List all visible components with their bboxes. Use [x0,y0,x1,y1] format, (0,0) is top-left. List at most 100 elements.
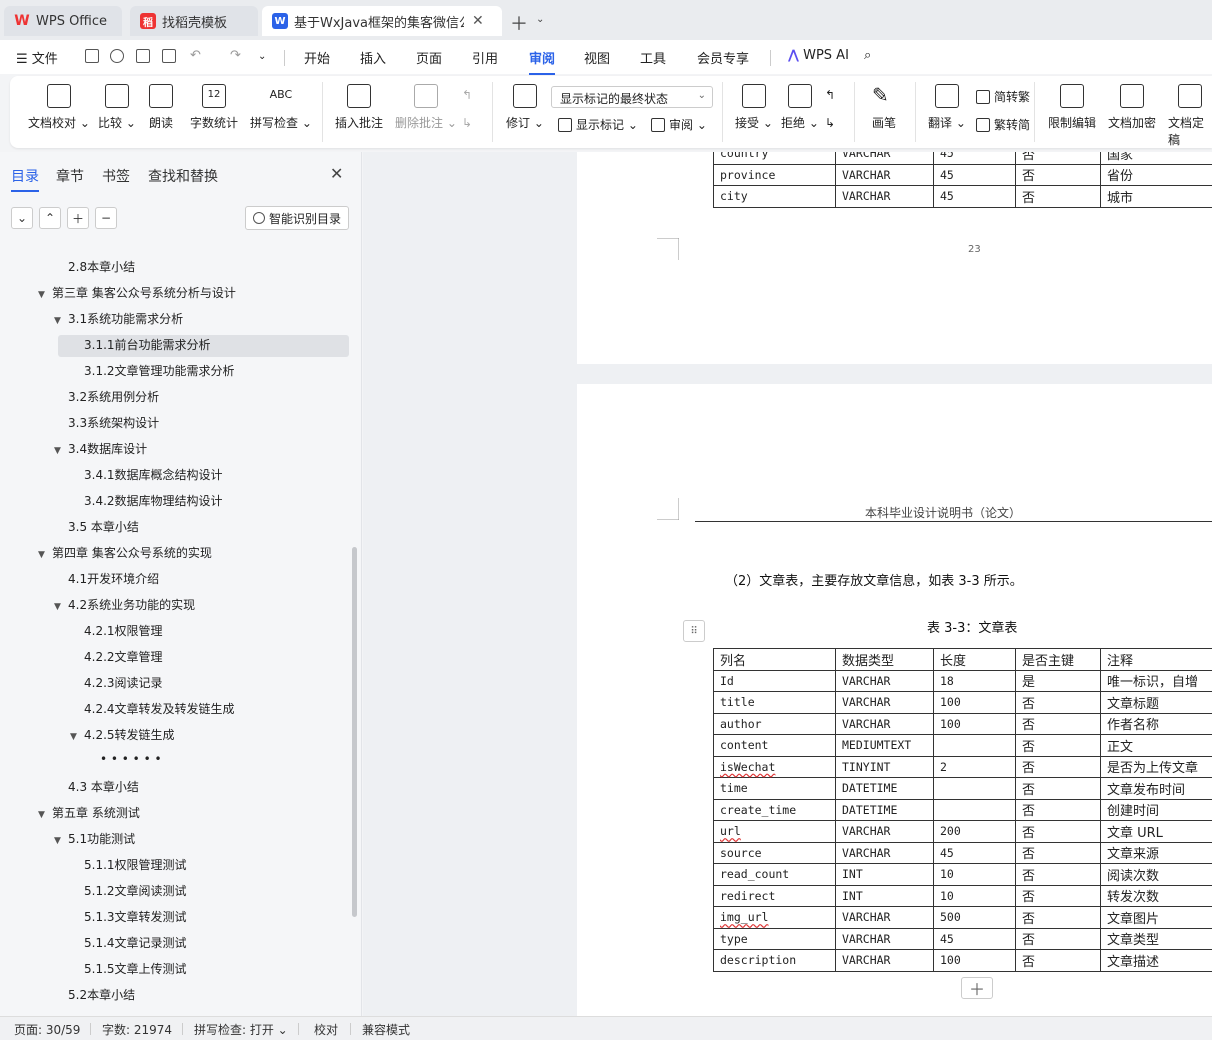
table-cell[interactable]: 100 [933,691,1016,714]
toc-item[interactable]: 3.3系统架构设计 [54,414,159,431]
table-cell[interactable]: 唯一标识，自增 [1100,669,1212,692]
next-comment-icon[interactable]: ↳ [462,116,472,130]
table-cell[interactable]: 是否主键 [1015,648,1101,671]
expand-triangle-icon[interactable]: ▼ [38,290,52,300]
table-cell[interactable]: 45 [933,927,1016,950]
table-cell[interactable]: DATETIME [835,798,934,821]
print-preview-icon[interactable] [162,49,176,63]
table-cell[interactable]: 城市 [1100,185,1212,208]
expand-triangle-icon[interactable]: ▼ [38,810,52,820]
toc-item[interactable]: ▼ 4.2系统业务功能的实现 [54,596,195,613]
table-cell[interactable]: 列名 [713,648,836,671]
show-markup-button[interactable]: 显示标记 ⌄ [558,116,638,133]
table-cell[interactable]: description [713,949,836,972]
table-cell[interactable] [933,777,1016,800]
article-table[interactable]: 列名 数据类型 长度 是否主键 注释 Id VARCHAR 18 是唯一标识，自增 title VA… [713,648,1212,972]
table-cell[interactable]: 45 [933,841,1016,864]
simplified-to-traditional-button[interactable]: 简转繁 [976,88,1030,105]
expand-triangle-icon[interactable]: ▼ [70,732,84,742]
smart-toc-button[interactable]: 智能识别目录 [245,206,349,230]
expand-down-button[interactable]: ⌄ [11,207,33,229]
table-cell[interactable]: 文章来源 [1100,841,1212,864]
table-cell[interactable] [933,798,1016,821]
page-indicator[interactable]: 页面: 30/59 [14,1021,80,1038]
table-cell[interactable]: TINYINT [835,755,934,778]
prev-change-icon[interactable]: ↰ [825,88,835,102]
table-cell[interactable]: read_count [713,863,836,886]
table-cell[interactable]: 45 [933,185,1016,208]
tab-toc[interactable]: 目录 [11,166,39,192]
table-cell[interactable]: time [713,777,836,800]
table-cell[interactable]: 文章标题 [1100,691,1212,714]
table-cell[interactable]: 否 [1015,777,1101,800]
table-cell[interactable]: 转发次数 [1100,884,1212,907]
menu-tools[interactable]: 工具 [640,48,666,67]
share-icon[interactable] [110,49,124,63]
table-cell[interactable]: 100 [933,712,1016,735]
toc-item[interactable]: 3.1.2文章管理功能需求分析 [70,362,235,379]
toc-item[interactable]: 3.2系统用例分析 [54,388,159,405]
table-cell[interactable]: VARCHAR [835,185,934,208]
table-cell[interactable]: 18 [933,669,1016,692]
table-cell[interactable]: 文章 URL [1100,820,1212,843]
word-count-button[interactable]: 12 字数统计 [190,84,238,131]
table-cell[interactable]: MEDIUMTEXT [835,734,934,757]
finalize-button[interactable]: 文档定稿 [1168,84,1212,148]
menu-view[interactable]: 视图 [584,48,610,67]
ink-button[interactable]: ✎ 画笔 [872,84,896,131]
menu-home[interactable]: 开始 [304,48,330,67]
toc-item[interactable]: 5.1.1权限管理测试 [70,856,187,873]
table-cell[interactable]: VARCHAR [835,712,934,735]
toc-item[interactable]: ▼ 3.1系统功能需求分析 [54,310,183,327]
read-aloud-button[interactable]: 朗读 [149,84,173,131]
toc-item[interactable]: • • • • • • [86,752,162,766]
table-cell[interactable]: 否 [1015,691,1101,714]
table-cell[interactable]: 长度 [933,648,1016,671]
encrypt-button[interactable]: 文档加密 [1108,84,1156,131]
toc-item[interactable]: 5.1.3文章转发测试 [70,908,187,925]
table-cell[interactable]: 否 [1015,949,1101,972]
table-cell[interactable]: VARCHAR [835,906,934,929]
table-cell[interactable]: INT [835,863,934,886]
track-changes-button[interactable]: 修订 ⌄ [506,84,544,131]
table-cell[interactable]: VARCHAR [835,163,934,186]
proofread-status[interactable]: 校对 [314,1021,338,1038]
table-cell[interactable]: content [713,734,836,757]
table-cell[interactable]: 国家 [1100,152,1212,165]
markup-state-select[interactable]: 显示标记的最终状态 ⌄ [551,86,713,108]
table-cell[interactable]: 否 [1015,152,1101,165]
compare-button[interactable]: 比较 ⌄ [98,84,136,131]
toc-item[interactable]: 5.1.5文章上传测试 [70,960,187,977]
toc-item[interactable]: 4.3 本章小结 [54,778,139,795]
reject-button[interactable]: 拒绝 ⌄ [781,84,819,131]
table-cell[interactable]: 省份 [1100,163,1212,186]
tab-wps-office[interactable]: W WPS Office [4,6,122,36]
tab-docer-templates[interactable]: 稻 找稻壳模板 [130,6,258,36]
table-cell[interactable]: INT [835,884,934,907]
collapse-up-button[interactable]: ⌃ [39,207,61,229]
toc-item[interactable]: 5.1.4文章记录测试 [70,934,187,951]
toc-item[interactable]: 4.2.1权限管理 [70,622,163,639]
toc-item[interactable]: 3.5 本章小结 [54,518,139,535]
toc-item[interactable]: ▼ 第五章 系统测试 [38,804,140,821]
menu-review[interactable]: 审阅 [529,48,556,75]
table-cell[interactable]: type [713,927,836,950]
table-cell[interactable]: 注释 [1100,648,1212,671]
toc-item[interactable]: ▼ 4.2.5转发链生成 [70,726,175,743]
table-cell[interactable]: source [713,841,836,864]
table-cell[interactable]: 否 [1015,712,1101,735]
table-cell[interactable]: 作者名称 [1100,712,1212,735]
undo-icon[interactable]: ↶ [190,48,201,63]
table-cell[interactable]: 文章描述 [1100,949,1212,972]
table-cell[interactable]: 200 [933,820,1016,843]
table-cell[interactable]: VARCHAR [835,927,934,950]
table-cell[interactable] [933,734,1016,757]
table-cell[interactable]: 创建时间 [1100,798,1212,821]
table-cell[interactable]: 2 [933,755,1016,778]
table-cell[interactable]: VARCHAR [835,152,934,165]
toc-item[interactable]: 2.8本章小结 [54,258,135,275]
remove-heading-button[interactable]: − [95,207,117,229]
table-cell[interactable]: 否 [1015,734,1101,757]
toc-item[interactable]: 4.2.4文章转发及转发链生成 [70,700,235,717]
table-move-handle-icon[interactable]: ⠿ [683,620,705,642]
